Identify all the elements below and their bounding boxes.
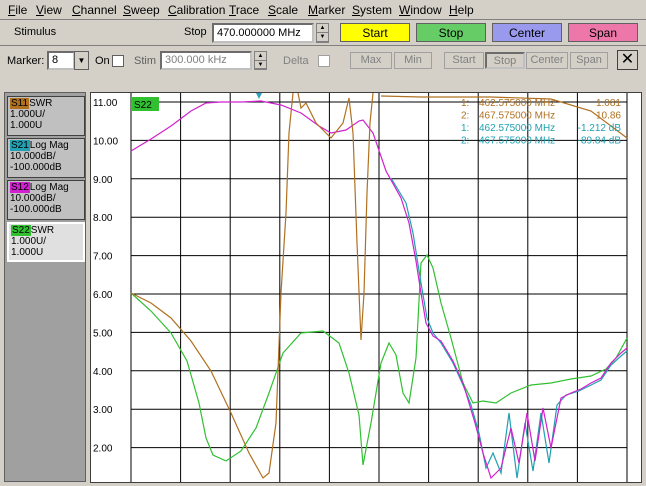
menu-window[interactable]: Window bbox=[399, 3, 442, 17]
y-tick-label: 8.00 bbox=[93, 213, 113, 224]
menu-trace[interactable]: Trace bbox=[229, 3, 259, 17]
y-tick-label: 11.00 bbox=[93, 98, 118, 109]
trace-format: Log Mag bbox=[29, 140, 69, 151]
trace-s12[interactable]: S12Log Mag 10.000dB/ -100.000dB bbox=[7, 180, 85, 220]
menu-file[interactable]: File bbox=[8, 3, 27, 17]
readout-id: 2: bbox=[461, 136, 469, 147]
trace-name: S22 bbox=[11, 225, 31, 236]
readout-id: 1: bbox=[461, 123, 469, 134]
active-trace-label: S22 bbox=[134, 100, 152, 111]
trace-scale: 10.000dB/ bbox=[10, 193, 56, 204]
marker-span-button[interactable]: Span bbox=[570, 52, 608, 69]
stimulus-toolbar: Stimulus Stop 470.000000 MHz ▲ ▼ Start St… bbox=[0, 20, 646, 46]
stim-spinner[interactable]: ▲ ▼ bbox=[254, 51, 267, 70]
menu-help[interactable]: Help bbox=[449, 3, 474, 17]
y-tick-label: 9.00 bbox=[93, 175, 113, 186]
stimulus-label: Stimulus bbox=[14, 26, 57, 38]
menu-view[interactable]: View bbox=[36, 3, 62, 17]
trace-scale: 1.000U/ bbox=[10, 109, 46, 120]
delta-checkbox[interactable] bbox=[318, 55, 330, 67]
stop-button[interactable]: Stop bbox=[416, 23, 486, 42]
trace-ref: 1.000U bbox=[10, 120, 43, 131]
marker-triangle-icon bbox=[256, 93, 262, 99]
stim-input[interactable]: 300.000 kHz bbox=[160, 51, 252, 70]
marker-label: Marker: bbox=[7, 55, 45, 67]
readout-value: 1.081 bbox=[596, 98, 621, 109]
menu-system[interactable]: System bbox=[352, 3, 392, 17]
y-tick-label: 4.00 bbox=[93, 367, 113, 378]
readout-freq: 462.575000 MHz bbox=[479, 123, 555, 134]
marker-on-label: On bbox=[95, 55, 110, 67]
center-button[interactable]: Center bbox=[492, 23, 562, 42]
marker-start-button[interactable]: Start bbox=[444, 52, 484, 69]
trace-s11[interactable]: S11SWR 1.000U/ 1.000U bbox=[7, 96, 85, 136]
menu-sweep[interactable]: Sweep bbox=[123, 3, 160, 17]
start-button[interactable]: Start bbox=[340, 23, 410, 42]
trace-ref: 1.000U bbox=[11, 247, 44, 258]
span-button[interactable]: Span bbox=[568, 23, 638, 42]
trace-s22[interactable]: S22SWR 1.000U/ 1.000U bbox=[7, 222, 85, 262]
menu-marker[interactable]: Marker bbox=[308, 3, 345, 17]
trace-format: SWR bbox=[29, 98, 53, 109]
y-tick-label: 10.00 bbox=[93, 136, 118, 147]
readout-freq: 467.575000 MHz bbox=[479, 136, 555, 147]
marker-min-button[interactable]: Min bbox=[394, 52, 432, 69]
readout-value: -1.212 dB bbox=[578, 123, 622, 134]
close-icon[interactable]: ✕ bbox=[617, 50, 638, 70]
marker-readouts: 1: 462.575000 MHz 1.081 2: 467.575000 MHz 10.… bbox=[461, 98, 621, 147]
marker-select[interactable]: 8 bbox=[47, 51, 75, 70]
y-tick-label: 2.00 bbox=[93, 444, 113, 455]
trace-scale: 10.000dB/ bbox=[10, 151, 56, 162]
menu-channel[interactable]: Channel bbox=[72, 3, 117, 17]
menu-scale[interactable]: Scale bbox=[268, 3, 298, 17]
trace-curve-s21 bbox=[390, 177, 628, 479]
marker-toolbar: Marker: 8 ▼ On Stim 300.000 kHz ▲ ▼ Delta… bbox=[0, 47, 646, 73]
plot-area[interactable]: 11.00 10.00 9.00 8.00 7.00 6.00 5.00 4.00 3.00 2.… bbox=[90, 92, 642, 483]
trace-name: S11 bbox=[10, 98, 30, 109]
delta-label: Delta bbox=[283, 55, 309, 67]
y-tick-label: 3.00 bbox=[93, 405, 113, 416]
marker-max-button[interactable]: Max bbox=[350, 52, 392, 69]
y-tick-label: 5.00 bbox=[93, 328, 113, 339]
trace-format: SWR bbox=[30, 225, 55, 236]
chevron-down-icon[interactable]: ▼ bbox=[74, 51, 89, 70]
trace-scale: 1.000U/ bbox=[11, 236, 47, 247]
trace-ref: -100.000dB bbox=[10, 204, 62, 215]
menu-calibration[interactable]: Calibration bbox=[168, 3, 225, 17]
trace-s21[interactable]: S21Log Mag 10.000dB/ -100.000dB bbox=[7, 138, 85, 178]
readout-id: 2: bbox=[461, 111, 469, 122]
trace-ref: -100.000dB bbox=[10, 162, 62, 173]
readout-id: 1: bbox=[461, 98, 469, 109]
readout-freq: 467.575000 MHz bbox=[479, 111, 555, 122]
y-tick-label: 6.00 bbox=[93, 290, 113, 301]
y-tick-label: 7.00 bbox=[93, 252, 113, 263]
stimulus-param-label: Stop bbox=[184, 26, 207, 38]
marker-on-checkbox[interactable] bbox=[112, 55, 124, 67]
trace-format: Log Mag bbox=[29, 182, 69, 193]
menu-bar: File View Channel Sweep Calibration Trac… bbox=[0, 0, 646, 20]
trace-name: S21 bbox=[10, 140, 30, 151]
readout-value: -89.84 dB bbox=[578, 136, 622, 147]
stimulus-spinner[interactable]: ▲ ▼ bbox=[316, 23, 329, 43]
readout-value: 10.86 bbox=[596, 111, 621, 122]
trace-panel: S11SWR 1.000U/ 1.000U S21Log Mag 10.000d… bbox=[4, 92, 86, 482]
stim-label: Stim bbox=[134, 55, 156, 67]
trace-name: S12 bbox=[10, 182, 30, 193]
marker-stop-button[interactable]: Stop bbox=[485, 52, 525, 69]
plot-svg: 11.00 10.00 9.00 8.00 7.00 6.00 5.00 4.00 3.00 2.… bbox=[93, 93, 628, 482]
stimulus-value-input[interactable]: 470.000000 MHz bbox=[212, 23, 314, 43]
marker-center-button[interactable]: Center bbox=[526, 52, 568, 69]
y-tick-labels: 11.00 10.00 9.00 8.00 7.00 6.00 5.00 4.00 3.00 2.… bbox=[93, 98, 118, 455]
readout-freq: 462.575000 MHz bbox=[479, 98, 555, 109]
